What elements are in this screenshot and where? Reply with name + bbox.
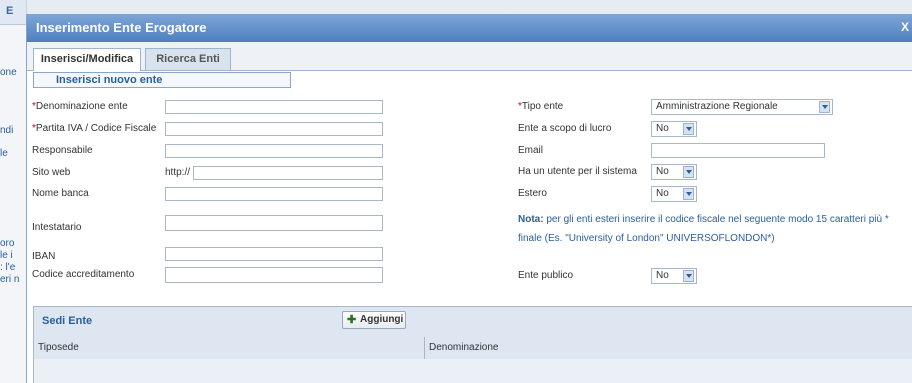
iban-input[interactable] xyxy=(165,247,383,261)
background-letter: E xyxy=(6,5,14,17)
nome-banca-label: Nome banca xyxy=(32,188,89,199)
column-header-tiposede[interactable]: Tiposede xyxy=(34,337,425,359)
sedi-column-headers: Tiposede Denominazione xyxy=(34,337,912,383)
sedi-ente-header: Sedi Ente ✚ Aggiungi xyxy=(34,307,912,338)
close-icon[interactable]: X xyxy=(901,20,909,34)
utente-sistema-select[interactable]: No xyxy=(651,164,697,180)
responsabile-label: Responsabile xyxy=(32,145,93,156)
ente-pubblico-label: Ente publico xyxy=(518,270,574,281)
sito-web-prefix: http:// xyxy=(165,167,191,178)
section-title: Inserisci nuovo ente xyxy=(56,74,163,86)
chevron-down-icon[interactable] xyxy=(819,101,830,113)
background-link[interactable]: le xyxy=(0,148,8,159)
aggiungi-label: Aggiungi xyxy=(360,314,404,325)
sito-web-label: Sito web xyxy=(32,167,71,178)
tipo-ente-value: Amministrazione Regionale xyxy=(656,101,778,112)
iban-label: IBAN xyxy=(32,251,56,262)
chevron-down-icon[interactable] xyxy=(683,188,694,200)
responsabile-input[interactable] xyxy=(165,144,383,158)
background-sidebar: E one ndi le oro le i : l'e eri n xyxy=(0,0,27,383)
codice-accreditamento-input[interactable] xyxy=(165,267,383,283)
tipo-ente-select[interactable]: Amministrazione Regionale xyxy=(651,99,833,115)
scopo-lucro-label: Ente a scopo di lucro xyxy=(518,123,612,134)
section-header: Inserisci nuovo ente xyxy=(33,72,291,88)
estero-value: No xyxy=(656,188,669,199)
utente-sistema-value: No xyxy=(656,166,669,177)
sedi-ente-title: Sedi Ente xyxy=(42,315,93,327)
denominazione-label: *Denominazione ente xyxy=(32,101,128,112)
partita-iva-label: *Partita IVA / Codice Fiscale xyxy=(32,123,157,134)
tipo-ente-label: *Tipo ente xyxy=(518,101,564,112)
ente-pubblico-value: No xyxy=(656,270,669,281)
email-input[interactable] xyxy=(651,143,825,158)
tab-ricerca-enti[interactable]: Ricerca Enti xyxy=(145,48,231,70)
sedi-ente-grid: Sedi Ente ✚ Aggiungi Tiposede Denominazi… xyxy=(33,306,912,383)
modal-title-bar[interactable]: Inserimento Ente Erogatore X xyxy=(27,14,912,42)
estero-select[interactable]: No xyxy=(651,186,697,202)
nome-banca-input[interactable] xyxy=(165,187,383,201)
intestatario-label: Intestatario xyxy=(32,222,82,233)
background-text: eri n xyxy=(0,274,20,285)
email-label: Email xyxy=(518,145,544,156)
nota-label: Nota: xyxy=(518,214,544,225)
modal-title: Inserimento Ente Erogatore xyxy=(36,20,207,35)
nota-text: Nota: per gli enti esteri inserire il co… xyxy=(518,210,908,248)
chevron-down-icon[interactable] xyxy=(683,123,694,135)
plus-icon: ✚ xyxy=(347,314,357,326)
aggiungi-button[interactable]: ✚ Aggiungi xyxy=(342,311,406,329)
background-text: oro xyxy=(0,238,15,249)
nota-body: per gli enti esteri inserire il codice f… xyxy=(518,214,889,244)
column-header-denominazione[interactable]: Denominazione xyxy=(425,337,912,359)
tab-strip: Inserisci/Modifica Ricerca Enti xyxy=(27,42,912,71)
utente-sistema-label: Ha un utente per il sistema xyxy=(518,166,637,177)
modal-dialog: Inserimento Ente Erogatore X Inserisci/M… xyxy=(26,14,912,383)
denominazione-input[interactable] xyxy=(165,100,383,114)
background-text: : l'e xyxy=(0,262,16,273)
intestatario-input[interactable] xyxy=(165,215,383,231)
sito-web-input[interactable] xyxy=(193,166,383,180)
background-text: le i xyxy=(0,250,13,261)
tab-inserisci-modifica[interactable]: Inserisci/Modifica xyxy=(33,48,141,71)
scopo-lucro-value: No xyxy=(656,123,669,134)
chevron-down-icon[interactable] xyxy=(683,270,694,282)
chevron-down-icon[interactable] xyxy=(683,166,694,178)
codice-accreditamento-label: Codice accreditamento xyxy=(32,269,135,280)
partita-iva-input[interactable] xyxy=(165,122,383,136)
background-text: one xyxy=(0,67,17,78)
background-header: E xyxy=(0,0,26,25)
estero-label: Estero xyxy=(518,188,547,199)
ente-pubblico-select[interactable]: No xyxy=(651,268,697,284)
scopo-lucro-select[interactable]: No xyxy=(651,121,697,137)
background-link[interactable]: ndi xyxy=(0,125,13,136)
